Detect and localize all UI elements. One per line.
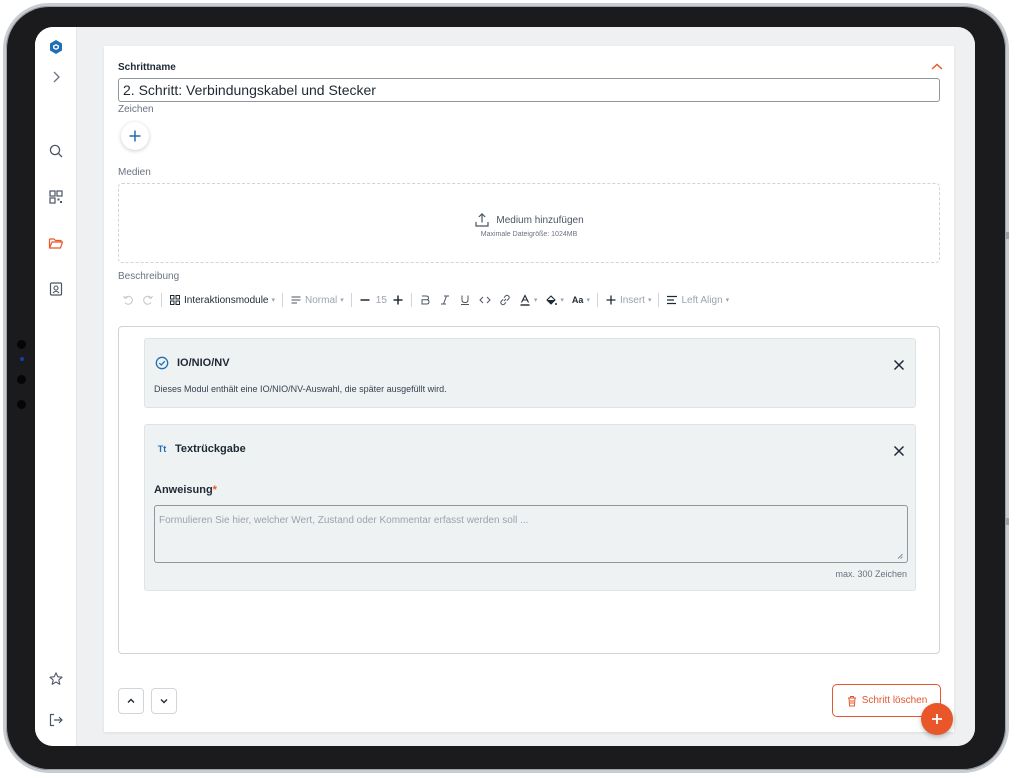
redo-icon <box>143 295 153 305</box>
max-chars-hint: max. 300 Zeichen <box>835 569 907 579</box>
undo-icon <box>123 295 133 305</box>
search-icon[interactable] <box>46 141 66 161</box>
redo-button[interactable] <box>138 290 158 310</box>
plus-icon <box>393 295 403 305</box>
chevron-up-icon[interactable] <box>930 60 944 72</box>
star-icon[interactable] <box>46 669 66 689</box>
font-size-increase[interactable] <box>388 290 408 310</box>
description-label: Beschreibung <box>118 271 180 282</box>
align-left-icon <box>667 295 678 305</box>
required-mark: * <box>212 484 217 496</box>
grid-icon <box>170 295 180 305</box>
underline-icon <box>460 295 469 305</box>
screen: Schrittname 2. Schritt: Verbindungskabel… <box>35 27 975 746</box>
module-text-return[interactable]: Tt Textrückgabe Anweisung* Formulieren S… <box>144 424 916 591</box>
code-icon <box>479 296 491 304</box>
underline-button[interactable] <box>455 290 475 310</box>
close-icon[interactable] <box>893 444 905 457</box>
insert-dropdown[interactable]: Insert ▾ <box>601 290 656 310</box>
italic-button[interactable] <box>435 290 455 310</box>
instruction-placeholder: Formulieren Sie hier, welcher Wert, Zust… <box>159 515 529 526</box>
step-card: Schrittname 2. Schritt: Verbindungskabel… <box>104 46 954 732</box>
logo-icon[interactable] <box>46 37 66 57</box>
add-sign-button[interactable] <box>121 122 149 150</box>
instruction-label: Anweisung* <box>154 484 217 496</box>
editor-toolbar: Interaktionsmodule ▾ Normal ▾ 15 ▾ ▾ Aa … <box>118 290 940 310</box>
module-title: Textrückgabe <box>175 443 246 455</box>
trash-icon <box>847 695 856 706</box>
block-style-dropdown[interactable]: Normal ▾ <box>286 290 348 310</box>
paragraph-icon <box>291 296 301 304</box>
description-editor[interactable]: IO/NIO/NV Dieses Modul enthält eine IO/N… <box>118 326 940 654</box>
close-icon[interactable] <box>893 358 905 371</box>
align-dropdown[interactable]: Left Align ▾ <box>662 290 733 310</box>
minus-icon <box>360 299 370 301</box>
camera-dots <box>17 340 29 425</box>
side-button <box>1006 518 1009 525</box>
link-icon <box>500 294 510 306</box>
folder-icon[interactable] <box>46 233 66 253</box>
upload-icon <box>475 212 489 227</box>
font-case-icon: Aa <box>571 295 584 305</box>
background-color-dropdown[interactable]: ▾ <box>541 290 568 310</box>
font-size-value[interactable]: 15 <box>375 290 388 310</box>
text-type-icon: Tt <box>157 444 167 454</box>
paint-bucket-icon <box>546 295 558 305</box>
chevron-up-icon <box>127 698 135 703</box>
media-label: Medien <box>118 167 151 178</box>
sidebar <box>35 27 77 746</box>
instruction-textarea[interactable]: Formulieren Sie hier, welcher Wert, Zust… <box>154 505 908 563</box>
chevron-right-icon[interactable] <box>46 67 66 87</box>
module-title: IO/NIO/NV <box>177 357 230 369</box>
qr-code-icon[interactable] <box>46 187 66 207</box>
italic-icon <box>440 295 449 305</box>
link-button[interactable] <box>495 290 515 310</box>
step-name-input[interactable]: 2. Schritt: Verbindungskabel und Stecker <box>118 78 940 102</box>
plus-icon <box>129 130 141 142</box>
font-color-icon <box>520 294 530 306</box>
module-description: Dieses Modul enthält eine IO/NIO/NV-Ausw… <box>154 384 447 394</box>
font-case-dropdown[interactable]: Aa ▾ <box>568 290 594 310</box>
chevron-down-icon <box>160 699 168 704</box>
plus-icon <box>606 295 616 305</box>
step-name-label: Schrittname <box>118 62 176 73</box>
contact-card-icon[interactable] <box>46 279 66 299</box>
text-color-dropdown[interactable]: ▾ <box>515 290 542 310</box>
move-up-button[interactable] <box>118 688 144 714</box>
media-dropzone[interactable]: Medium hinzufügen Maximale Dateigröße: 1… <box>118 183 940 263</box>
media-max-size: Maximale Dateigröße: 1024MB <box>480 231 578 238</box>
add-step-fab[interactable] <box>921 703 953 735</box>
interaction-modules-dropdown[interactable]: Interaktionsmodule ▾ <box>165 290 279 310</box>
logout-icon[interactable] <box>46 710 66 730</box>
module-io-nio-nv[interactable]: IO/NIO/NV Dieses Modul enthält eine IO/N… <box>144 338 916 408</box>
bold-icon <box>421 295 430 305</box>
media-add-text: Medium hinzufügen <box>496 214 584 226</box>
resize-grip-icon[interactable] <box>897 553 903 559</box>
undo-button[interactable] <box>118 290 138 310</box>
code-button[interactable] <box>475 290 495 310</box>
main-content: Schrittname 2. Schritt: Verbindungskabel… <box>77 27 975 746</box>
signs-label: Zeichen <box>118 104 154 115</box>
move-down-button[interactable] <box>151 688 177 714</box>
font-size-decrease[interactable] <box>355 290 375 310</box>
side-button <box>1006 232 1009 239</box>
check-circle-icon <box>155 356 169 370</box>
bold-button[interactable] <box>415 290 435 310</box>
plus-icon <box>932 714 942 724</box>
